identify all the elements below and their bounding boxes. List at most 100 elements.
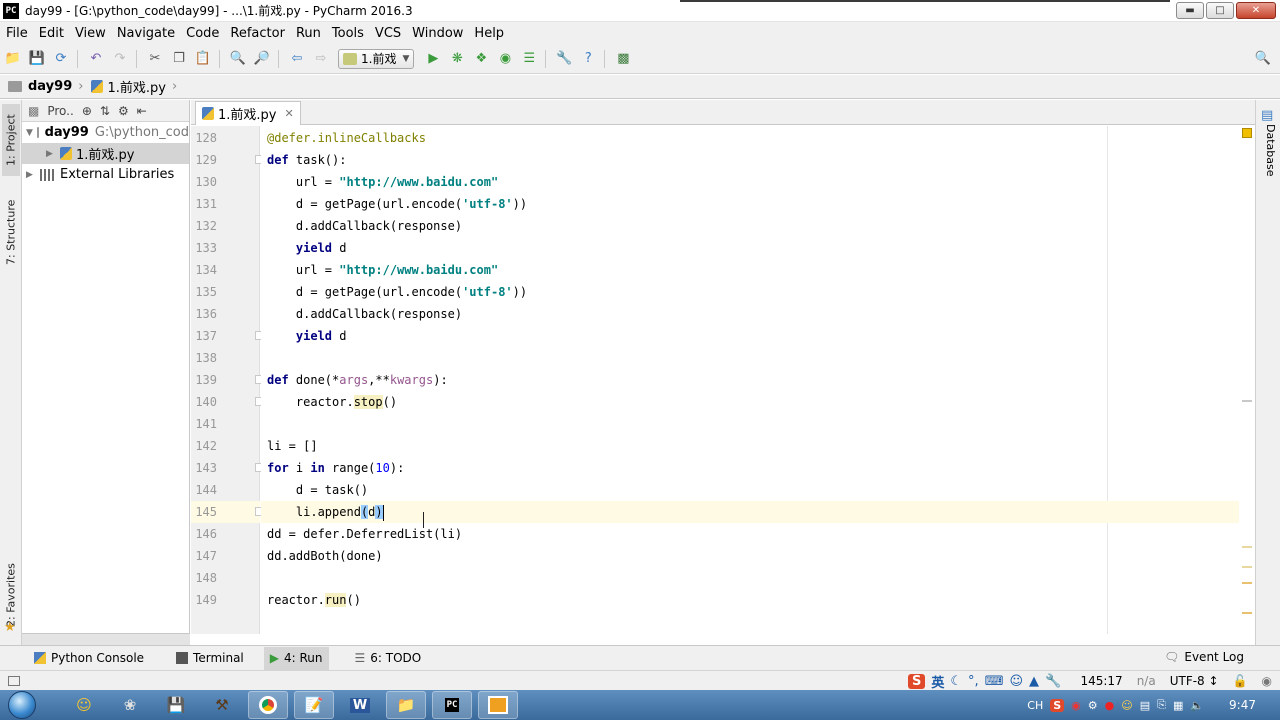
minimize-button[interactable]: ▬ (1176, 2, 1204, 19)
menu-vcs[interactable]: VCS (369, 26, 406, 41)
toggle-tool-windows-icon[interactable] (8, 675, 20, 686)
redo-icon[interactable]: ↷ (109, 48, 131, 70)
cut-icon[interactable]: ✂ (144, 48, 166, 70)
taskbar-app-explorer[interactable]: 📁 (386, 691, 426, 719)
tray-clock[interactable]: 9:47 (1229, 698, 1256, 712)
code-line[interactable]: dd = defer.DeferredList(li) (267, 523, 462, 545)
run-icon[interactable]: ▶ (422, 48, 444, 70)
code-line[interactable]: yield d (267, 325, 347, 347)
tray-sogou-icon[interactable]: S (1050, 698, 1065, 712)
menu-window[interactable]: Window (406, 26, 468, 41)
file-encoding[interactable]: UTF-8 ↕ (1170, 674, 1219, 688)
tray-qq-icon[interactable]: ☺ (1121, 699, 1132, 712)
warning-marker[interactable] (1242, 582, 1252, 584)
error-stripe[interactable] (1239, 126, 1255, 634)
code-line[interactable]: d.addCallback(response) (267, 215, 462, 237)
moon-icon[interactable]: ☾ (950, 674, 962, 689)
run-coverage-icon[interactable]: ❖ (470, 48, 492, 70)
tray-language[interactable]: CH (1027, 699, 1043, 712)
tray-usb-icon[interactable]: ⎘ (1157, 698, 1166, 712)
gear-icon[interactable]: ⚙ (118, 104, 129, 118)
profile-icon[interactable]: ◉ (494, 48, 516, 70)
user-icon[interactable]: ☺ (1009, 674, 1023, 689)
code-line[interactable]: li = [] (267, 435, 318, 457)
settings-wrench-icon[interactable]: 🔧 (553, 48, 575, 70)
back-icon[interactable]: ⇦ (286, 48, 308, 70)
code-line[interactable]: dd.addBoth(done) (267, 545, 383, 567)
code-editor[interactable]: @defer.inlineCallbacks def task(): url = … (261, 126, 1255, 634)
structure-tool-tab[interactable]: 7: Structure (2, 190, 20, 274)
punctuation-icon[interactable]: °, (968, 674, 979, 689)
concurrency-icon[interactable]: ☰ (518, 48, 540, 70)
code-line[interactable]: def task(): (267, 149, 346, 171)
keyboard-icon[interactable]: ⌨ (985, 674, 1004, 689)
code-line[interactable]: li.append(d) (267, 501, 384, 523)
menu-run[interactable]: Run (290, 26, 326, 41)
taskbar-app-orange[interactable] (478, 691, 518, 719)
paste-icon[interactable]: 📋 (192, 48, 214, 70)
taskbar-app-chrome[interactable] (248, 691, 288, 719)
debug-icon[interactable]: ❋ (446, 48, 468, 70)
tree-item-project-root[interactable]: ▼ day99 G:\python_cod (22, 122, 189, 143)
code-line[interactable]: for i in range(10): (267, 457, 404, 479)
line-separator[interactable]: n/a (1137, 674, 1156, 688)
code-line[interactable]: reactor.run() (267, 589, 361, 611)
warning-marker[interactable] (1242, 566, 1252, 568)
project-view-select[interactable]: Pro.. (47, 104, 73, 118)
code-line[interactable]: reactor.stop() (267, 391, 397, 413)
tray-network-icon[interactable]: ▦ (1173, 699, 1183, 712)
inspector-icon[interactable]: ◉ (1262, 674, 1272, 688)
maximize-button[interactable]: □ (1206, 2, 1234, 19)
code-line[interactable]: def done(*args,**kwargs): (267, 369, 448, 391)
menu-navigate[interactable]: Navigate (111, 26, 180, 41)
event-log-tab[interactable]: 🗨 Event Log (1164, 650, 1244, 664)
warning-marker[interactable] (1242, 400, 1252, 402)
tray-volume-icon[interactable]: 🔈 (1190, 699, 1204, 712)
tray-record-icon[interactable]: ● (1105, 699, 1115, 712)
tree-item-external-libraries[interactable]: ▶ External Libraries (22, 164, 189, 185)
ime-language[interactable]: 英 (931, 672, 944, 691)
run-tab[interactable]: ▶ 4: Run (263, 646, 329, 670)
sync-icon[interactable]: ⟳ (50, 48, 72, 70)
tree-item-file[interactable]: ▶ 1.前戏.py (22, 143, 189, 164)
todo-tab[interactable]: ☰ 6: TODO (349, 647, 428, 670)
wrench-icon[interactable]: 🔧 (1045, 674, 1061, 689)
close-tab-icon[interactable]: ✕ (284, 107, 293, 120)
menu-refactor[interactable]: Refactor (224, 26, 290, 41)
help-icon[interactable]: ? (577, 48, 599, 70)
tray-antivirus-icon[interactable]: ◉ (1071, 699, 1081, 712)
breadcrumb-file[interactable]: 1.前戏.py › (83, 77, 177, 96)
collapse-all-icon[interactable]: ⇅ (100, 104, 110, 118)
code-line[interactable]: d = getPage(url.encode('utf-8')) (267, 193, 527, 215)
copy-icon[interactable]: ❐ (168, 48, 190, 70)
taskbar-app-notepad[interactable]: 📝 (294, 691, 334, 719)
collapsed-arrow-icon[interactable]: ▶ (46, 149, 56, 159)
code-line[interactable]: @defer.inlineCallbacks (267, 127, 426, 149)
hide-panel-icon[interactable]: ⇤ (137, 104, 147, 118)
taskbar-app-butterfly[interactable]: ❀ (110, 691, 150, 719)
start-button[interactable] (0, 690, 44, 720)
open-folder-icon[interactable]: 📁 (2, 48, 24, 70)
shirt-icon[interactable]: ▲ (1029, 674, 1039, 689)
code-line[interactable]: url = "http://www.baidu.com" (267, 259, 498, 281)
vcs-icon[interactable]: ▩ (612, 48, 634, 70)
warning-marker[interactable] (1242, 546, 1252, 548)
taskbar-app-smiley[interactable]: ☺ (64, 691, 104, 719)
python-console-tab[interactable]: Python Console (28, 647, 150, 670)
terminal-tab[interactable]: Terminal (170, 647, 250, 670)
editor-tab-active[interactable]: 1.前戏.py ✕ (195, 101, 301, 125)
code-line[interactable]: d.addCallback(response) (267, 303, 462, 325)
warning-marker[interactable] (1242, 612, 1252, 614)
forward-icon[interactable]: ⇨ (310, 48, 332, 70)
code-line[interactable]: d = getPage(url.encode('utf-8')) (267, 281, 527, 303)
save-icon[interactable]: 💾 (26, 48, 48, 70)
sogou-icon[interactable]: S (908, 673, 926, 689)
breadcrumb-project[interactable]: day99 › (0, 79, 83, 94)
find-icon[interactable]: 🔍 (227, 48, 249, 70)
caret-position[interactable]: 145:17 (1080, 674, 1122, 688)
menu-tools[interactable]: Tools (326, 26, 369, 41)
taskbar-app-disk[interactable]: 💾 (156, 691, 196, 719)
menu-help[interactable]: Help (468, 26, 509, 41)
taskbar-app-word[interactable]: W (340, 691, 380, 719)
taskbar-app-tools[interactable]: ⚒ (202, 691, 242, 719)
